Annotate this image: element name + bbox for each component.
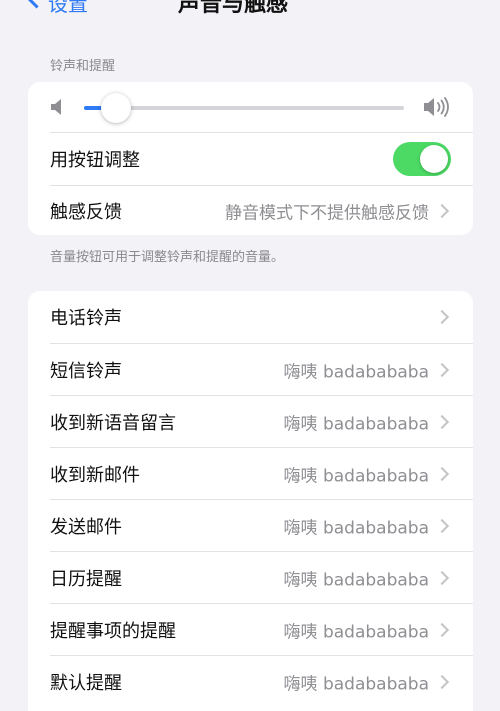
sound-row-default-alerts[interactable]: 默认提醒 嗨咦 badabababa [28,656,473,708]
chevron-right-icon [434,203,450,218]
section-header-ringer: 铃声和提醒 [50,59,116,74]
chevron-right-icon [434,414,450,430]
chevron-right-icon [434,466,450,482]
haptics-value: 静音模式下不提供触感反馈 [225,203,429,223]
toggle-knob [420,145,448,173]
chevron-right-icon [434,309,450,325]
navigation-bar: 设置 声音与触感 [0,0,500,20]
sound-row-label: 日历提醒 [50,569,122,590]
sound-row-reminder-alerts[interactable]: 提醒事项的提醒 嗨咦 badabababa [28,604,473,656]
sound-row-value: 嗨咦 badabababa [283,414,429,435]
haptics-label: 触感反馈 [50,201,122,223]
change-with-buttons-label: 用按钮调整 [50,150,140,171]
chevron-right-icon [434,518,450,534]
change-with-buttons-row: 用按钮调整 [28,133,473,185]
sound-row-label: 电话铃声 [50,308,122,329]
sound-row-label: 收到新邮件 [50,465,140,486]
sound-row-label: 收到新语音留言 [50,413,176,434]
sound-row-new-voicemail[interactable]: 收到新语音留言 嗨咦 badabababa [28,396,473,448]
ringer-card: 用按钮调整 触感反馈 静音模式下不提供触感反馈 [28,82,473,235]
sound-row-ringtone[interactable]: 电话铃声 [28,291,473,343]
sound-row-value: 嗨咦 badabababa [283,570,429,591]
back-button[interactable]: 设置 [48,0,88,17]
sound-row-value: 嗨咦 badabababa [283,362,429,383]
sounds-card: 电话铃声 短信铃声 嗨咦 badabababa 收到新语音留言 嗨咦 badab… [28,291,473,711]
chevron-right-icon [434,362,450,378]
chevron-right-icon [434,622,450,638]
page-title: 声音与触感 [178,0,289,17]
sound-row-value: 嗨咦 badabababa [283,518,429,539]
sound-row-label: 发送邮件 [50,517,122,538]
change-with-buttons-toggle[interactable] [393,142,451,176]
volume-slider[interactable] [84,93,404,123]
sound-row-label: 短信铃声 [50,361,122,382]
sound-row-sent-mail[interactable]: 发送邮件 嗨咦 badabababa [28,500,473,552]
chevron-right-icon [434,570,450,586]
volume-high-icon [424,97,449,117]
sound-row-value: 嗨咦 badabababa [283,622,429,643]
chevron-right-icon [434,674,450,690]
sound-row-calendar-alerts[interactable]: 日历提醒 嗨咦 badabababa [28,552,473,604]
sound-row-value: 嗨咦 badabababa [283,674,429,695]
haptics-row[interactable]: 触感反馈 静音模式下不提供触感反馈 [28,186,473,235]
sound-row-new-mail[interactable]: 收到新邮件 嗨咦 badabababa [28,448,473,500]
sound-row-label: 默认提醒 [50,673,122,694]
sound-row-value: 嗨咦 badabababa [283,466,429,487]
ringer-footer-note: 音量按钮可用于调整铃声和提醒的音量。 [50,250,285,265]
chevron-left-icon[interactable] [24,0,49,9]
volume-slider-thumb[interactable] [101,93,131,123]
sound-row-text-tone[interactable]: 短信铃声 嗨咦 badabababa [28,344,473,396]
volume-low-icon [51,99,61,115]
sound-row-label: 提醒事项的提醒 [50,621,176,642]
volume-slider-row [28,82,473,132]
